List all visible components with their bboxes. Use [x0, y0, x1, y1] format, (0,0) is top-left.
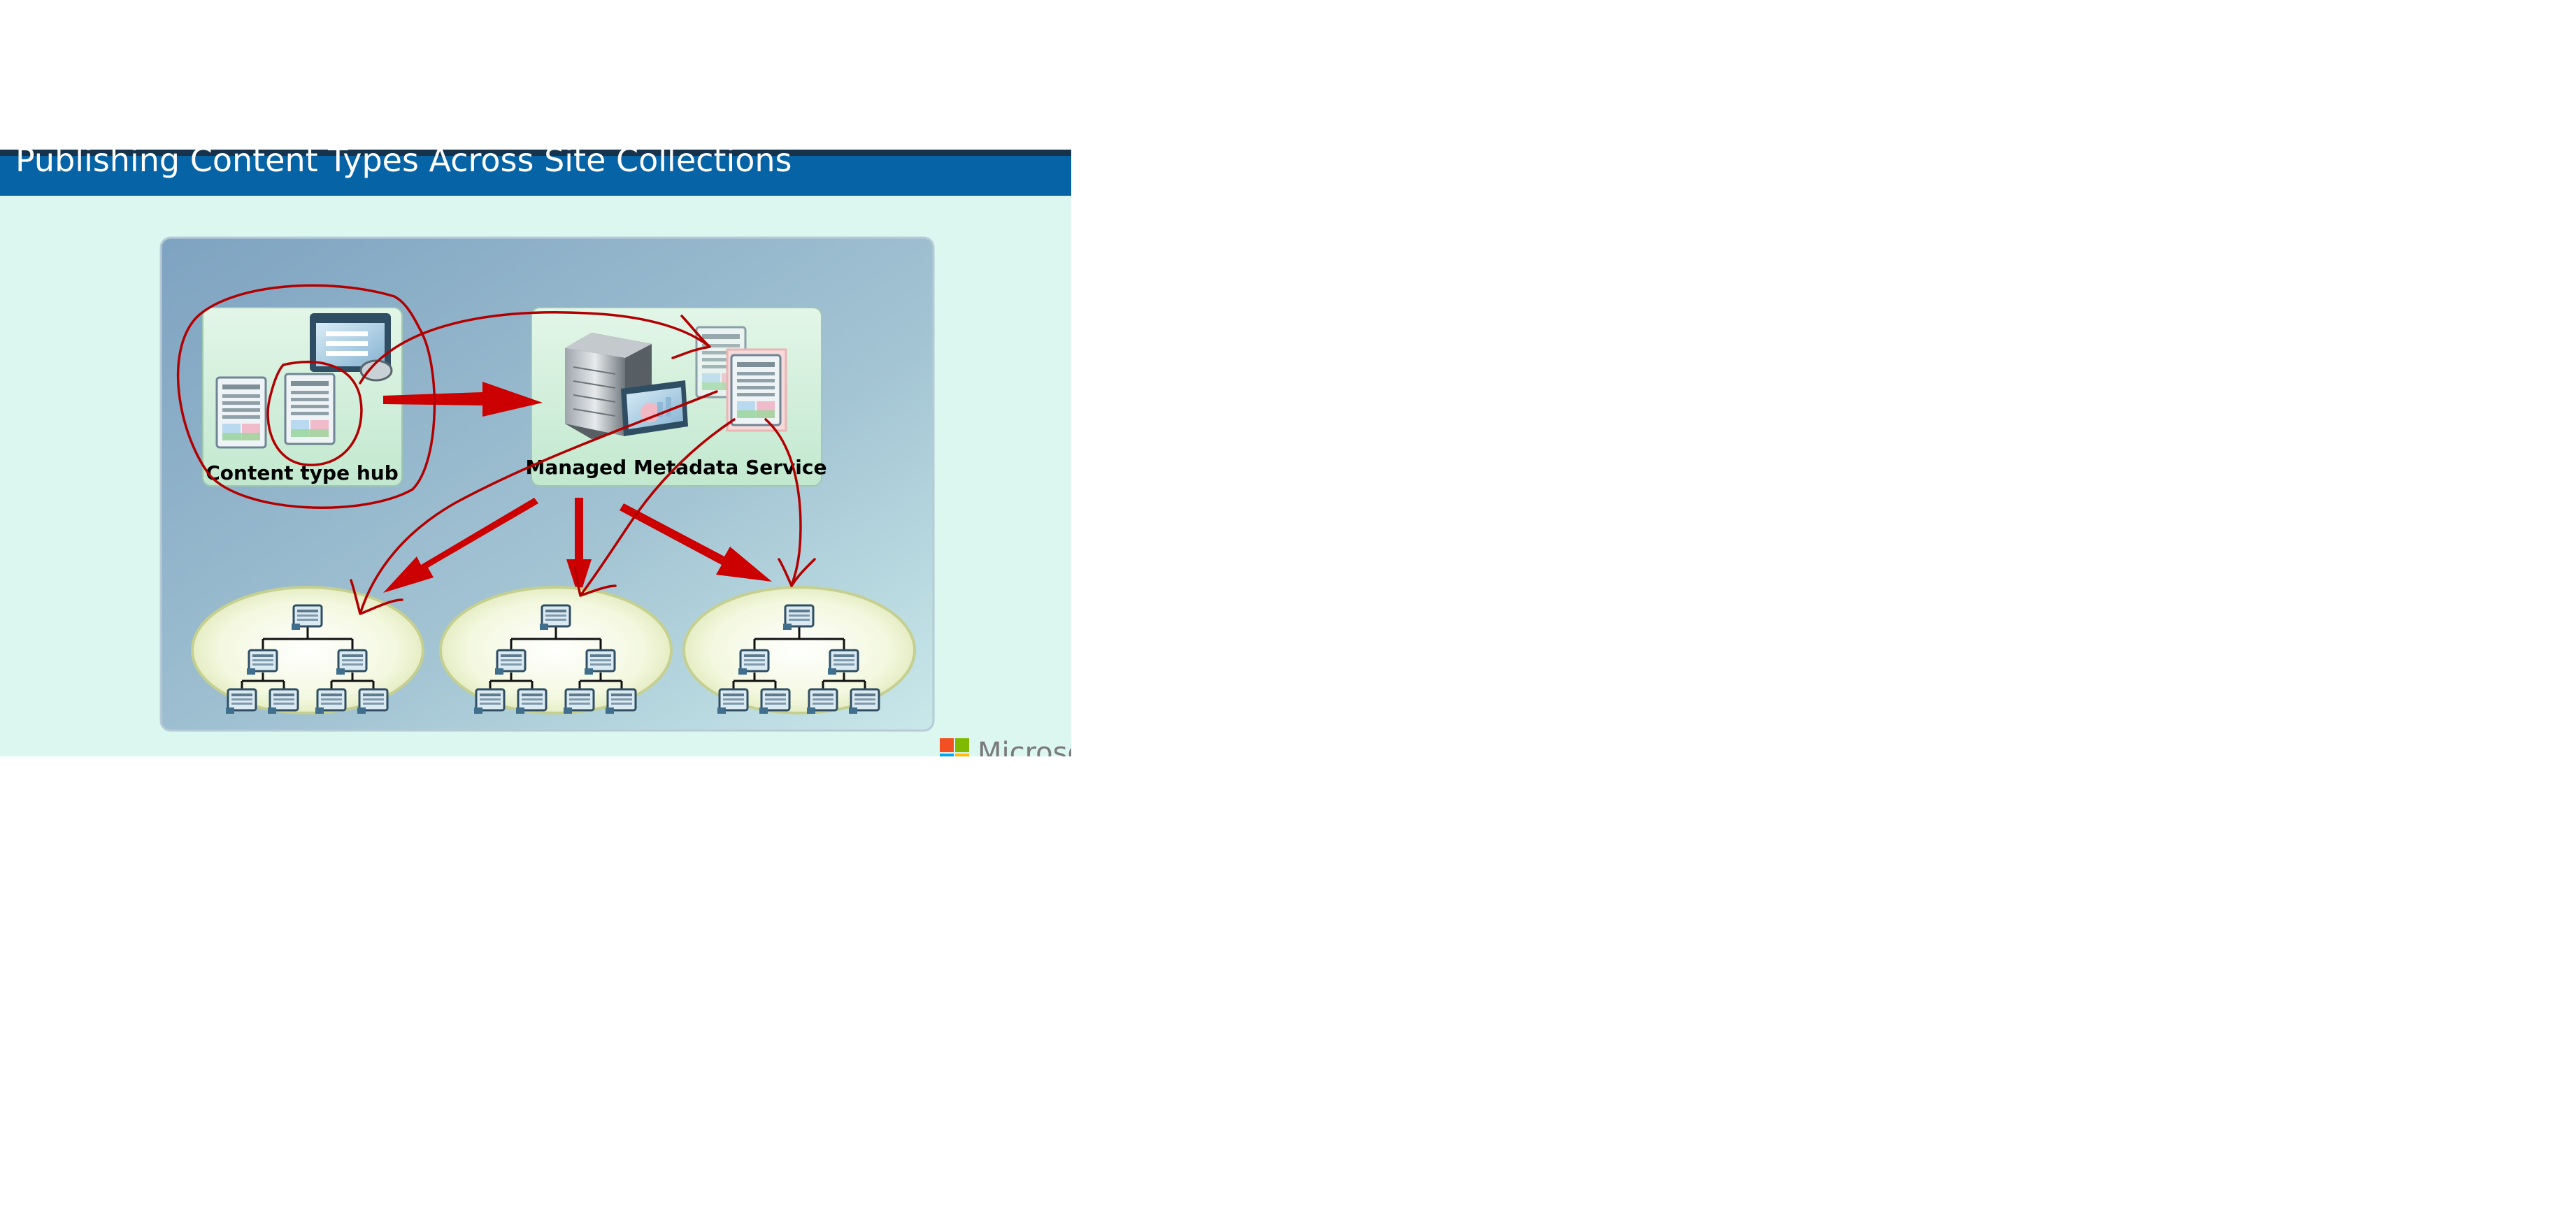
- microsoft-logo-square: [940, 754, 954, 756]
- browser-window-icon: [310, 313, 393, 382]
- document-icon: [284, 373, 336, 445]
- page-background-bottom: [0, 756, 2576, 1222]
- monitor-chart-icon: [621, 380, 688, 436]
- site-collection: [439, 586, 673, 714]
- content-type-hub-box: Content type hub: [202, 307, 403, 487]
- site-collection: [191, 586, 424, 714]
- document-icon: [726, 348, 787, 432]
- microsoft-logo-square: [955, 754, 969, 756]
- microsoft-logo-square: [955, 738, 969, 752]
- document-icon: [215, 376, 267, 449]
- microsoft-logo-square: [940, 738, 954, 752]
- managed-metadata-service-box: Managed Metadata Service: [526, 307, 827, 487]
- site-collection: [682, 586, 916, 714]
- slide-canvas: Publishing Content Types Across Site Col…: [0, 140, 2576, 1222]
- slide-title: Publishing Content Types Across Site Col…: [15, 141, 792, 179]
